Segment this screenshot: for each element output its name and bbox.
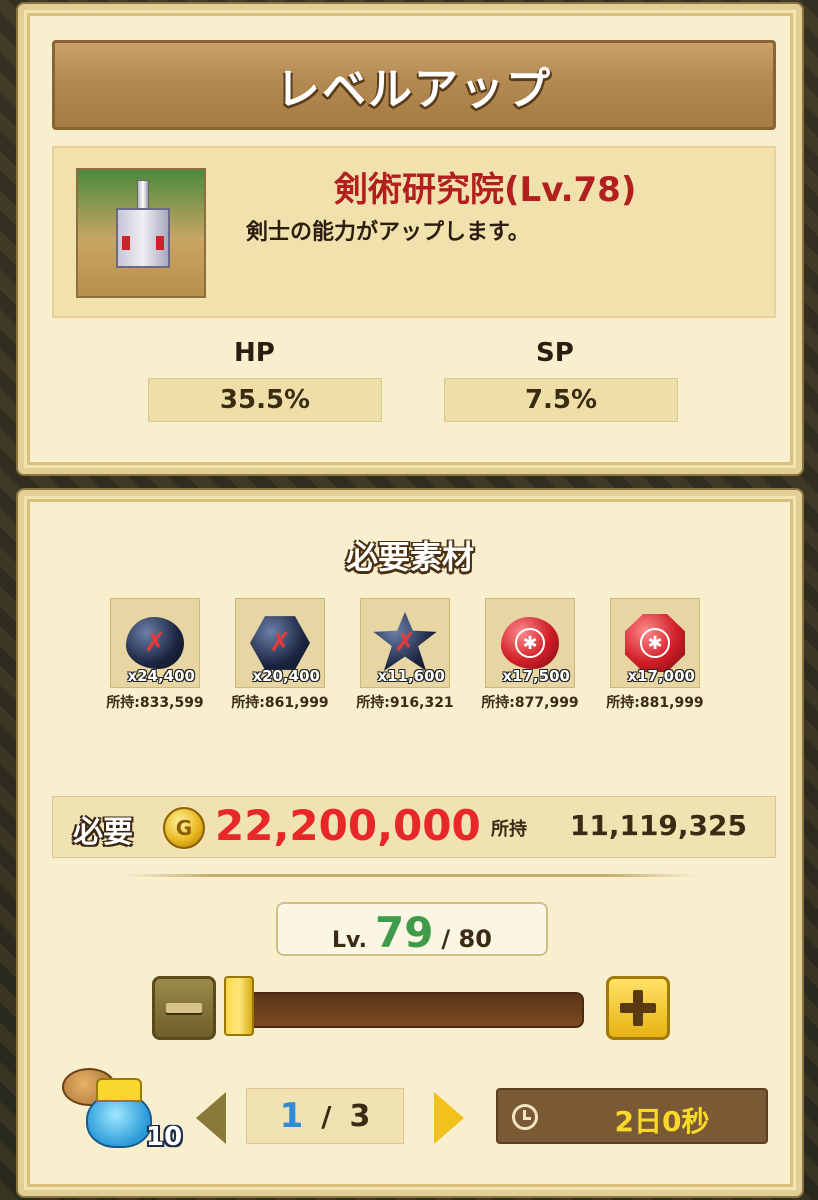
decrease-level-button[interactable] bbox=[152, 976, 216, 1040]
stat-label-hp: HP bbox=[234, 338, 275, 368]
material-owned: 所持:916,321 bbox=[356, 695, 454, 711]
levelup-panel: レベルアップ 剣術研究院(Lv.78) 剣士の能力がアップします。 HP 35.… bbox=[18, 4, 802, 474]
dark-star-sword-gem-icon: ✗ bbox=[373, 612, 437, 671]
build-time-box: 2日0秒 bbox=[496, 1088, 768, 1144]
stat-label-sp: SP bbox=[536, 338, 574, 368]
plus-icon bbox=[620, 990, 656, 1026]
material-slot: ✗ x11,600 bbox=[360, 598, 450, 688]
clock-icon bbox=[512, 1104, 538, 1130]
building-flag bbox=[122, 236, 130, 250]
level-max: / 80 bbox=[441, 925, 492, 953]
level-value: 79 bbox=[374, 908, 434, 957]
gold-coin-icon: G bbox=[163, 807, 205, 849]
material-owned: 所持:833,599 bbox=[106, 695, 204, 711]
material-item[interactable]: ✗ x11,600 所持:916,321 bbox=[356, 598, 454, 712]
material-item[interactable]: ✗ x20,400 所持:861,999 bbox=[231, 598, 329, 712]
material-owned: 所持:877,999 bbox=[481, 695, 579, 711]
builder-mascot[interactable]: 10 bbox=[62, 1062, 182, 1156]
material-slot: ✗ x20,400 bbox=[235, 598, 325, 688]
gold-cost-bar: 必要 G 22,200,000 所持 11,119,325 bbox=[52, 796, 776, 858]
level-slider-handle[interactable] bbox=[224, 976, 254, 1036]
target-level-display: Lv. 79 / 80 bbox=[276, 902, 548, 957]
material-required-count: x11,600 bbox=[377, 667, 445, 685]
build-time-text: 2日0秒 bbox=[614, 1105, 710, 1138]
cost-value: 22,200,000 bbox=[215, 801, 481, 850]
level-slider-track[interactable] bbox=[230, 992, 584, 1028]
divider bbox=[124, 874, 696, 877]
material-item[interactable]: ✗ x24,400 所持:833,599 bbox=[106, 598, 204, 712]
page-total: 3 bbox=[349, 1098, 371, 1134]
material-required-count: x20,400 bbox=[252, 667, 320, 685]
material-slot: ✗ x24,400 bbox=[110, 598, 200, 688]
material-slot: ✱ x17,000 bbox=[610, 598, 700, 688]
building-flag bbox=[156, 236, 164, 250]
material-required-count: x17,000 bbox=[627, 667, 695, 685]
building-thumbnail bbox=[76, 168, 206, 298]
owned-gold-value: 11,119,325 bbox=[569, 809, 747, 842]
cost-label: 必要 bbox=[73, 815, 133, 850]
page-current: 1 bbox=[279, 1096, 304, 1136]
builder-count: 10 bbox=[146, 1122, 183, 1152]
prev-page-arrow-icon[interactable] bbox=[196, 1092, 226, 1144]
materials-list: ✗ x24,400 所持:833,599 ✗ x20,400 所持:861,99… bbox=[106, 598, 704, 712]
material-owned: 所持:861,999 bbox=[231, 695, 329, 711]
stat-value-sp: 7.5% bbox=[444, 378, 678, 422]
dark-blob-sword-gem-icon: ✗ bbox=[126, 617, 184, 669]
material-owned: 所持:881,999 bbox=[606, 695, 704, 711]
material-required-count: x24,400 bbox=[127, 667, 195, 685]
title-bar: レベルアップ bbox=[52, 40, 776, 130]
panel-title: レベルアップ bbox=[276, 64, 552, 115]
hard-hat-icon bbox=[96, 1078, 142, 1102]
material-item[interactable]: ✱ x17,000 所持:881,999 bbox=[606, 598, 704, 712]
building-description: 剣士の能力がアップします。 bbox=[246, 220, 530, 245]
material-slot: ✱ x17,500 bbox=[485, 598, 575, 688]
owned-gold-label: 所持 bbox=[491, 819, 527, 840]
stat-value-hp: 35.5% bbox=[148, 378, 382, 422]
material-item[interactable]: ✱ x17,500 所持:877,999 bbox=[481, 598, 579, 712]
page-separator: / bbox=[321, 1099, 332, 1133]
red-oct-crest-gem-icon: ✱ bbox=[625, 614, 685, 672]
dark-hex-sword-gem-icon: ✗ bbox=[250, 616, 310, 670]
building-name: 剣術研究院(Lv.78) bbox=[334, 170, 637, 210]
red-blob-crest-gem-icon: ✱ bbox=[501, 617, 559, 669]
requirements-panel: 必要素材 ✗ x24,400 所持:833,599 ✗ x20,400 所持:8… bbox=[18, 490, 802, 1196]
building-info: 剣術研究院(Lv.78) 剣士の能力がアップします。 bbox=[52, 146, 776, 318]
page-indicator: 1 / 3 bbox=[246, 1088, 404, 1144]
material-required-count: x17,500 bbox=[502, 667, 570, 685]
materials-title: 必要素材 bbox=[345, 538, 474, 576]
minus-icon bbox=[166, 1003, 202, 1013]
next-page-arrow-icon[interactable] bbox=[434, 1092, 464, 1144]
level-prefix: Lv. bbox=[332, 928, 367, 953]
increase-level-button[interactable] bbox=[606, 976, 670, 1040]
